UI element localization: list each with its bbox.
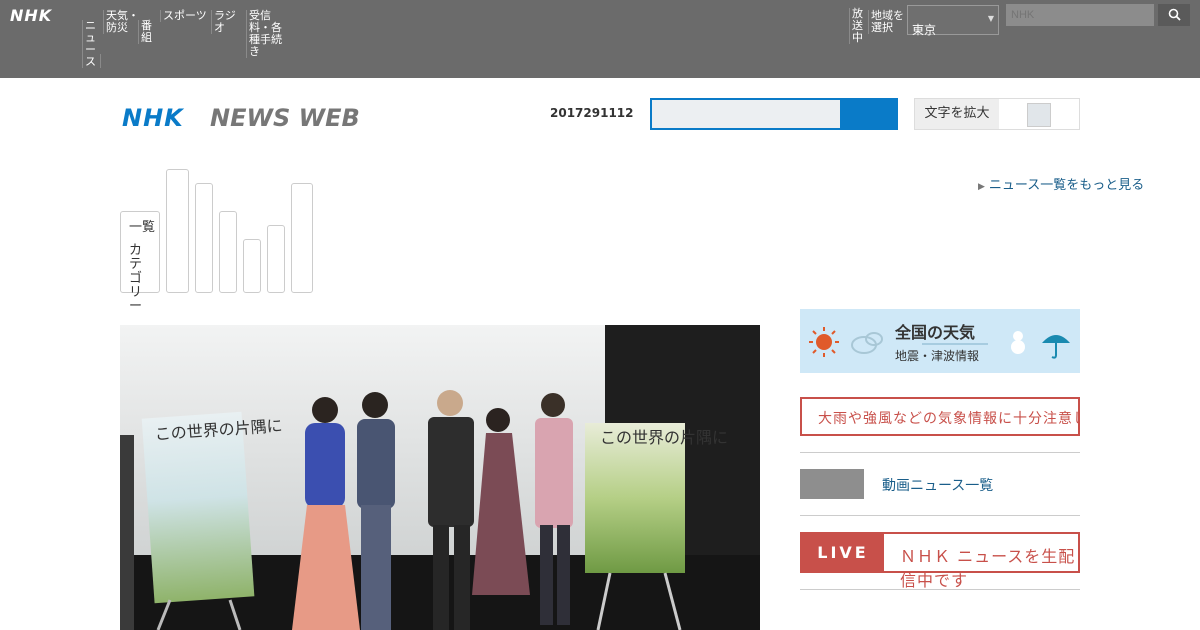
global-nav-news[interactable]: ニュース [82,20,99,68]
toggle-knob[interactable] [1027,103,1051,127]
nhk-news-web-logo[interactable]: NHK NEWS WEB [122,102,372,132]
tab-category-list[interactable]: 一覧 カテゴリー [120,211,160,314]
tab-category-list-sublabel: カテゴリー [129,243,143,314]
text-size-toggle[interactable]: 文字を拡大 [914,98,1080,130]
date-code: 2017291112 [550,106,634,120]
triangle-right-icon: ▶ [978,182,985,192]
now-on-air-link[interactable]: 放送中 [849,8,866,44]
sun-icon [809,327,839,357]
tab-category-list-label: 一覧 [129,220,156,235]
live-stream-banner[interactable]: LIVE ＮＨＫ ニュースを生配信中です [800,532,1080,590]
sidebar-divider [800,515,1080,516]
live-badge: LIVE [802,534,884,571]
tab-category-6[interactable] [291,183,313,293]
cloud-icon [851,332,883,354]
tab-category-2[interactable] [195,183,213,293]
nhk-global-logo[interactable]: NHK [10,6,52,25]
weather-subtitle: 地震・津波情報 [895,349,980,363]
weather-title: 全国の天気 [895,323,976,342]
video-thumbnail[interactable] [800,469,864,499]
region-label: 地域を選択 [868,10,907,34]
snowman-icon [1011,331,1025,354]
more-news-link[interactable]: ▶ ニュース一覧をもっと見る [978,174,1144,193]
text-size-toggle-label: 文字を拡大 [915,99,999,129]
news-photo[interactable]: この世界の片隅に この世界の片隅に [120,325,760,630]
sidebar-divider [800,452,1080,453]
tab-category-4[interactable] [243,239,261,293]
video-news-link[interactable]: 動画ニュース一覧 [882,475,993,495]
chevron-down-icon: ▼ [987,14,994,23]
site-search-button[interactable] [842,98,898,130]
search-icon [1168,8,1181,21]
global-nav-radio[interactable]: ラジオ [211,10,244,34]
global-nav-sports[interactable]: スポーツ [160,10,207,22]
tab-category-5[interactable] [267,225,285,293]
tab-category-1[interactable] [166,169,189,293]
global-nav-fees[interactable]: 受信料・各種手続き [246,10,285,58]
global-search-button[interactable] [1158,4,1190,26]
region-select[interactable]: 東京 ▼ [907,5,999,37]
site-search-input[interactable] [650,98,842,130]
svg-text:NEWS WEB: NEWS WEB [210,104,360,132]
tab-category-3[interactable] [219,211,237,293]
sidebar-divider [800,589,1080,590]
region-select-value: 東京 [912,23,937,37]
umbrella-icon [1042,335,1070,359]
svg-text:NHK: NHK [122,104,185,132]
global-nav-programs[interactable]: 番組 [138,20,159,44]
weather-banner[interactable]: 全国の天気 地震・津波情報 [800,309,1080,373]
global-top-bar: NHK ニュース 天気・防災 番組 スポーツ ラジオ 受信料・各種手続き 放送中… [0,0,1200,78]
live-stream-label: ＮＨＫ ニュースを生配信中です [900,547,1076,590]
global-nav-weather[interactable]: 天気・防災 [103,10,142,34]
global-search-input[interactable] [1006,4,1154,26]
poster-right-title: この世界の片隅に [600,428,728,447]
nav-divider [100,54,101,68]
weather-notice-box[interactable]: 大雨や強風などの気象情報に十分注意してください [800,397,1080,436]
more-news-link-label: ニュース一覧をもっと見る [988,178,1145,193]
